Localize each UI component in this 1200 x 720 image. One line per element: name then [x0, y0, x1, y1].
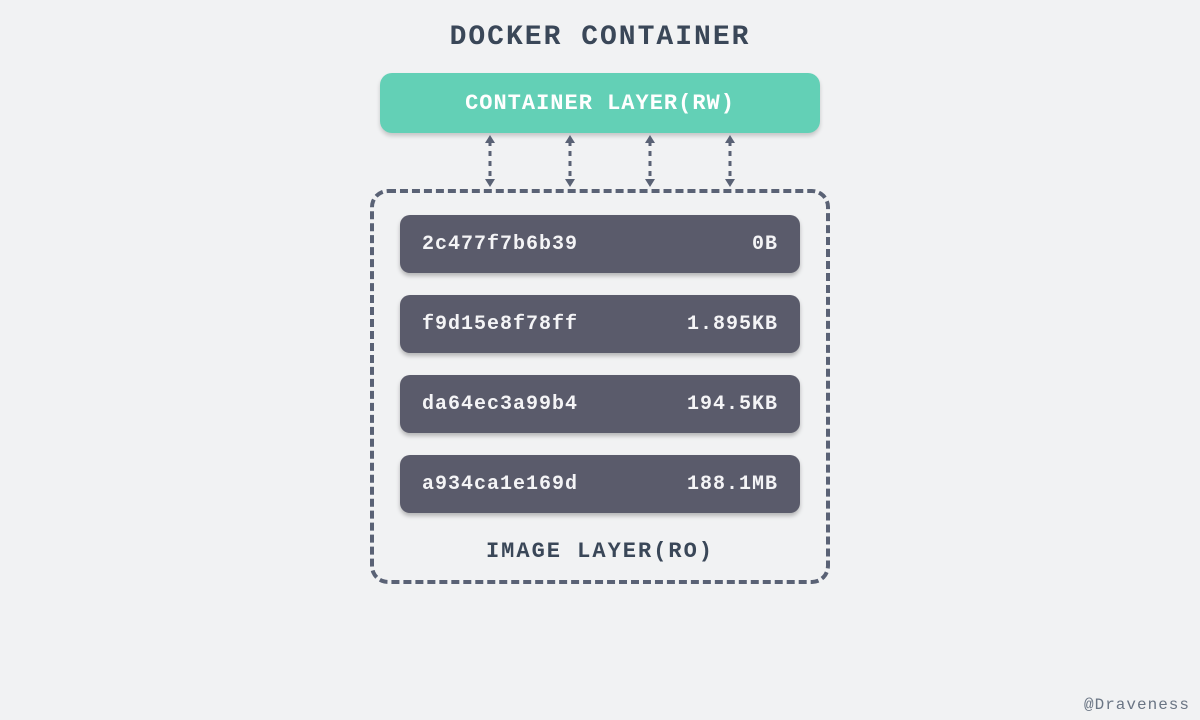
- image-layer-row: da64ec3a99b4 194.5KB: [400, 375, 800, 433]
- layer-size: 194.5KB: [687, 393, 778, 416]
- image-layer-label: IMAGE LAYER(RO): [400, 535, 800, 570]
- layer-hash: f9d15e8f78ff: [422, 313, 578, 336]
- image-layer-row: f9d15e8f78ff 1.895KB: [400, 295, 800, 353]
- image-layer-row: a934ca1e169d 188.1MB: [400, 455, 800, 513]
- image-layer-row: 2c477f7b6b39 0B: [400, 215, 800, 273]
- image-layers-container: 2c477f7b6b39 0B f9d15e8f78ff 1.895KB da6…: [370, 189, 830, 584]
- diagram-title: DOCKER CONTAINER: [0, 0, 1200, 53]
- container-layer-box: CONTAINER LAYER(RW): [380, 73, 820, 133]
- bidirectional-arrows: [380, 133, 820, 189]
- layer-hash: da64ec3a99b4: [422, 393, 578, 416]
- layer-size: 1.895KB: [687, 313, 778, 336]
- attribution-text: @Draveness: [1084, 696, 1190, 714]
- layer-size: 0B: [752, 233, 778, 256]
- layer-hash: a934ca1e169d: [422, 473, 578, 496]
- layer-hash: 2c477f7b6b39: [422, 233, 578, 256]
- container-layer-label: CONTAINER LAYER(RW): [465, 91, 735, 116]
- layer-size: 188.1MB: [687, 473, 778, 496]
